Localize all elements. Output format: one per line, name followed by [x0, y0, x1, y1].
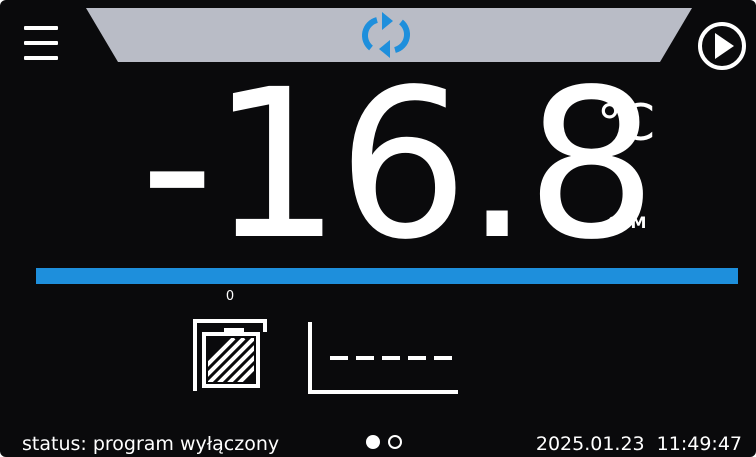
- device-screen: -16.8 °C STM 0 status: program wyłączony…: [0, 0, 756, 457]
- date-text: 2025.01.23: [535, 433, 645, 455]
- temperature-graph-icon[interactable]: [302, 318, 462, 398]
- sensor-label: STM: [608, 213, 647, 232]
- page-indicator[interactable]: [364, 433, 410, 453]
- hamburger-menu-icon-bar: [24, 41, 58, 45]
- date-time: 2025.01.23 11:49:47: [510, 431, 742, 457]
- page-dot-active[interactable]: [366, 435, 380, 449]
- chamber-door-icon: [193, 319, 267, 391]
- hamburger-menu-icon-bar: [24, 56, 58, 60]
- hamburger-menu-icon: [24, 26, 58, 30]
- progress-bar: [36, 268, 738, 284]
- door-counter: 0: [225, 289, 235, 304]
- play-circle-icon[interactable]: [694, 18, 750, 74]
- page-dot-inactive[interactable]: [388, 435, 402, 449]
- progress-bar-fill: [36, 268, 738, 284]
- time-text: 11:49:47: [656, 433, 742, 455]
- temperature-value: -16.8: [140, 45, 657, 285]
- status-text: status: program wyłączony: [22, 433, 280, 455]
- temperature-unit: °C: [597, 94, 655, 152]
- menu-button[interactable]: [24, 26, 58, 62]
